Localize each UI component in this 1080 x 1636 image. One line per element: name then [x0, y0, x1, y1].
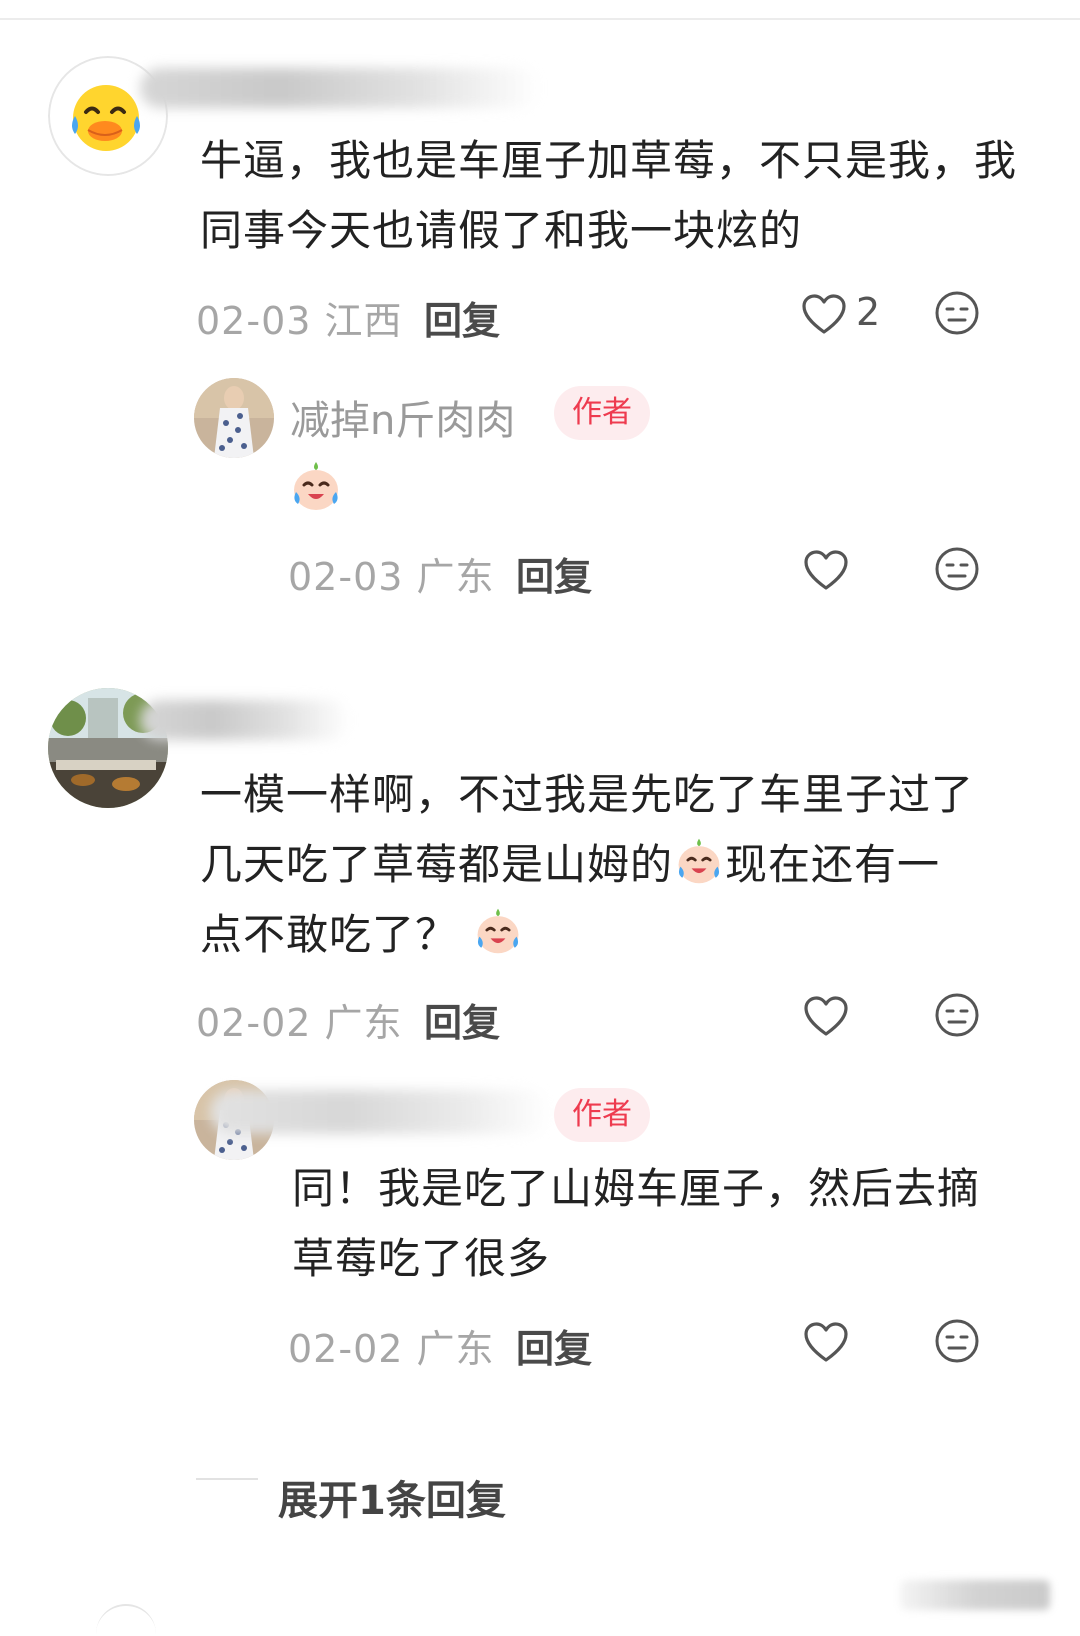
crying-laughing-emoji-icon — [294, 462, 338, 510]
crying-laughing-emoji-icon — [678, 838, 720, 884]
author-badge: 作者 — [554, 386, 650, 440]
author-avatar-icon — [194, 378, 274, 458]
watermark-blur — [900, 1580, 1050, 1610]
crying-laughing-emoji-icon — [477, 908, 519, 954]
reply-button[interactable]: 回复 — [424, 290, 500, 345]
like-count: 2 — [856, 290, 881, 334]
blurred-username — [140, 700, 350, 740]
reply-button[interactable]: 回复 — [516, 1318, 592, 1373]
comment-date: 02-03 江西 — [196, 299, 403, 343]
heart-icon[interactable] — [802, 1318, 850, 1366]
author-badge: 作者 — [554, 1088, 650, 1142]
blurred-username — [210, 1090, 550, 1134]
heart-icon[interactable] — [800, 290, 848, 338]
top-divider — [0, 18, 1080, 20]
reply-username[interactable]: 减掉n斤肉肉 — [290, 388, 515, 446]
meh-face-icon[interactable] — [934, 992, 980, 1038]
meh-face-icon[interactable] — [934, 1318, 980, 1364]
blurred-username — [140, 68, 540, 108]
meh-face-icon[interactable] — [934, 290, 980, 336]
comment-date: 02-02 广东 — [196, 1001, 403, 1045]
reply-date: 02-03 广东 — [288, 555, 495, 599]
comment-text: 牛逼，我也是车厘子加草莓，不只是我，我同事今天也请假了和我一块炫的 — [200, 136, 1018, 255]
meh-face-icon[interactable] — [934, 546, 980, 592]
heart-icon[interactable] — [802, 546, 850, 594]
heart-icon[interactable] — [802, 992, 850, 1040]
expand-replies-button[interactable]: 展开1条回复 — [278, 1468, 506, 1526]
reply-text: 同！我是吃了山姆车厘子，然后去摘草莓吃了很多 — [292, 1164, 981, 1283]
comment-text: 一模一样啊，不过我是先吃了车里子过了 几天吃了草莓都是山姆的 现在还有一 点不敢… — [200, 770, 975, 959]
expand-divider — [196, 1478, 258, 1480]
reply-button[interactable]: 回复 — [424, 992, 500, 1047]
reply-button[interactable]: 回复 — [516, 546, 592, 601]
avatar[interactable] — [194, 378, 274, 458]
next-avatar-edge — [96, 1604, 156, 1636]
reply-date: 02-02 广东 — [288, 1327, 495, 1371]
